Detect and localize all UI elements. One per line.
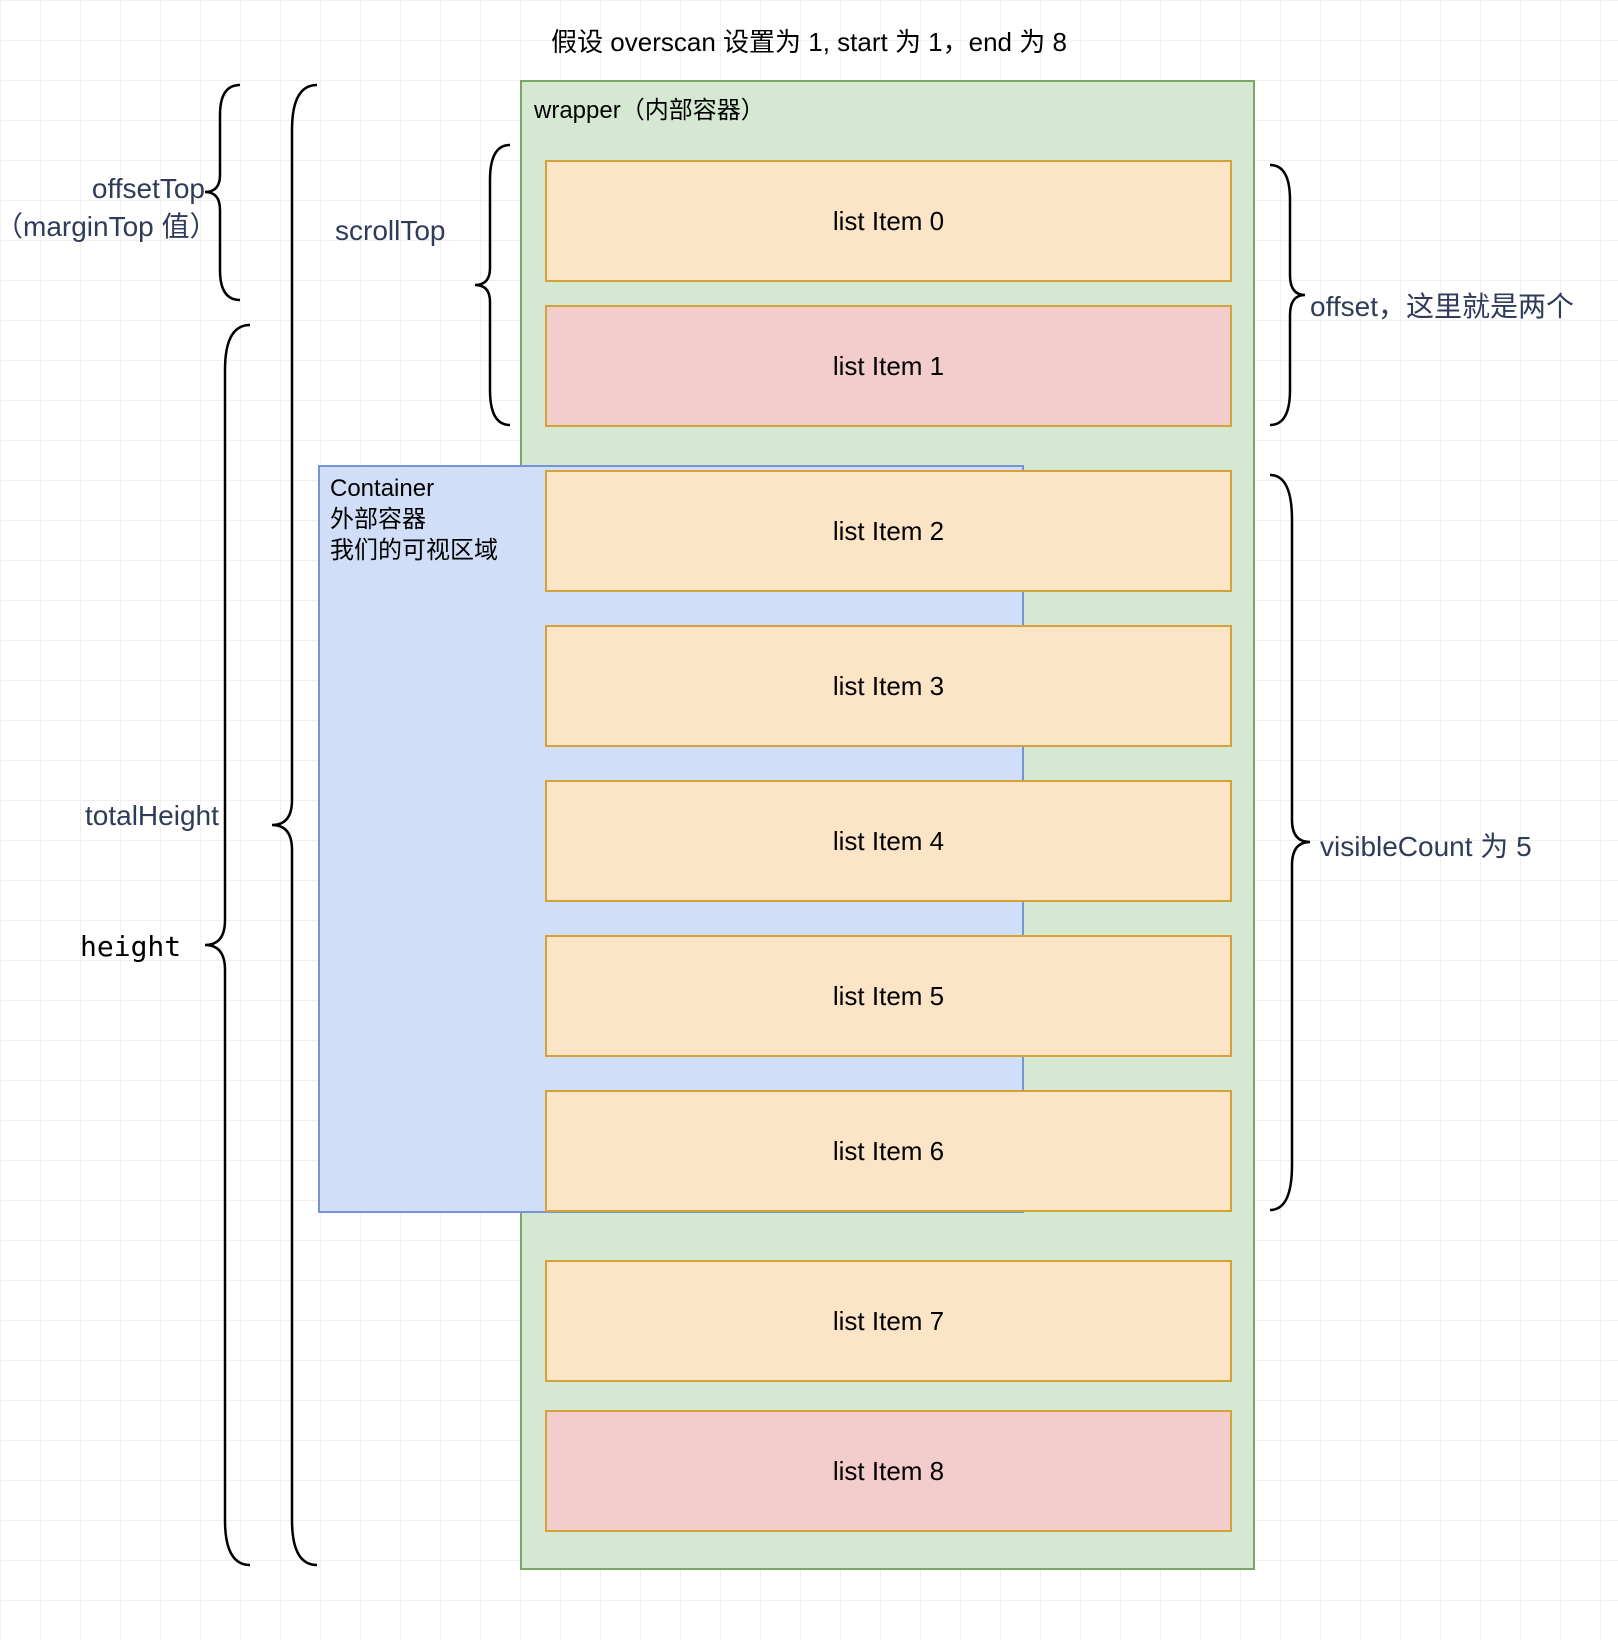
label-scrolltop: scrollTop	[335, 215, 445, 247]
brace-visiblecount-icon	[1260, 470, 1315, 1215]
list-item: list Item 1	[545, 305, 1232, 427]
brace-scrolltop-icon	[470, 140, 520, 430]
list-item: list Item 5	[545, 935, 1232, 1057]
brace-offsettop-icon	[200, 80, 250, 305]
list-item: list Item 6	[545, 1090, 1232, 1212]
list-item: list Item 0	[545, 160, 1232, 282]
list-item: list Item 7	[545, 1260, 1232, 1382]
brace-height-icon	[200, 320, 260, 1570]
list-item: list Item 3	[545, 625, 1232, 747]
label-visiblecount: visibleCount 为 5	[1320, 825, 1532, 865]
brace-offset-icon	[1260, 160, 1310, 430]
label-height: height	[80, 930, 181, 963]
list-item: list Item 4	[545, 780, 1232, 902]
label-offset: offset，这里就是两个	[1310, 285, 1574, 325]
diagram-title: 假设 overscan 设置为 1, start 为 1，end 为 8	[0, 22, 1618, 59]
wrapper-label: wrapper（内部容器）	[534, 90, 1241, 125]
diagram-canvas: 假设 overscan 设置为 1, start 为 1，end 为 8 wra…	[0, 0, 1618, 1640]
list-item: list Item 2	[545, 470, 1232, 592]
label-totalheight: totalHeight	[85, 800, 219, 832]
label-offsettop: offsetTop（marginTop 值）	[0, 170, 205, 246]
list-item: list Item 8	[545, 1410, 1232, 1532]
